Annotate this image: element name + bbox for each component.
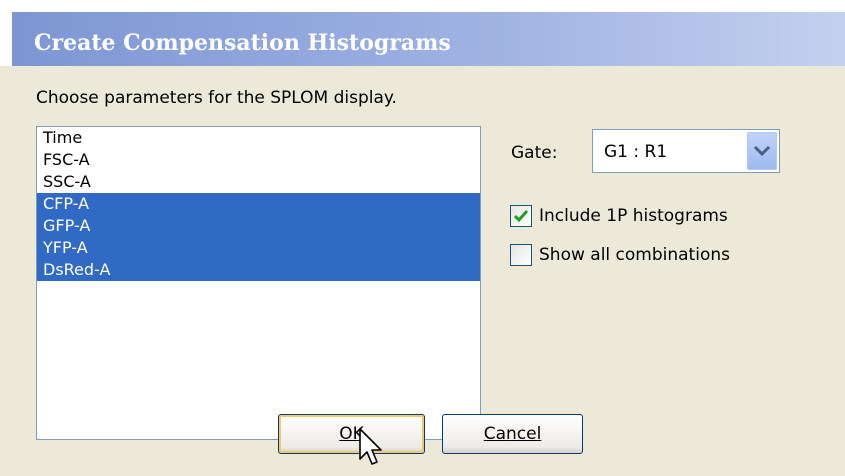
- list-item-dsred-a[interactable]: DsRed-A: [37, 259, 480, 281]
- prompt-label: Choose parameters for the SPLOM display.: [36, 88, 397, 108]
- list-item-time[interactable]: Time: [37, 127, 480, 149]
- title-bar: Create Compensation Histograms: [0, 0, 845, 68]
- mouse-pointer-icon: [359, 428, 382, 465]
- chevron-down-icon: [753, 145, 771, 157]
- gate-dropdown-button[interactable]: [747, 132, 777, 170]
- cancel-button[interactable]: Cancel: [442, 414, 583, 454]
- include-1p-histograms-checkbox[interactable]: [510, 205, 532, 227]
- include-1p-histograms-label: Include 1P histograms: [539, 206, 728, 226]
- title-bar-background: Create Compensation Histograms: [12, 12, 845, 68]
- list-item-cfp-a[interactable]: CFP-A: [37, 193, 480, 215]
- checkmark-icon: [513, 210, 529, 223]
- gate-select-value: G1 : R1: [604, 142, 668, 162]
- show-all-combinations-label: Show all combinations: [539, 245, 730, 265]
- gate-select[interactable]: G1 : R1: [592, 129, 780, 173]
- list-item-ssc-a[interactable]: SSC-A: [37, 171, 480, 193]
- show-all-combinations-checkbox[interactable]: [510, 244, 532, 266]
- cancel-button-label: Cancel: [483, 424, 542, 444]
- list-item-yfp-a[interactable]: YFP-A: [37, 237, 480, 259]
- list-item-gfp-a[interactable]: GFP-A: [37, 215, 480, 237]
- ok-button[interactable]: OK: [278, 414, 425, 454]
- gate-label: Gate:: [511, 143, 558, 163]
- parameters-listbox[interactable]: Time FSC-A SSC-A CFP-A GFP-A YFP-A DsRed…: [36, 126, 481, 440]
- window-title: Create Compensation Histograms: [34, 30, 451, 56]
- list-item-fsc-a[interactable]: FSC-A: [37, 149, 480, 171]
